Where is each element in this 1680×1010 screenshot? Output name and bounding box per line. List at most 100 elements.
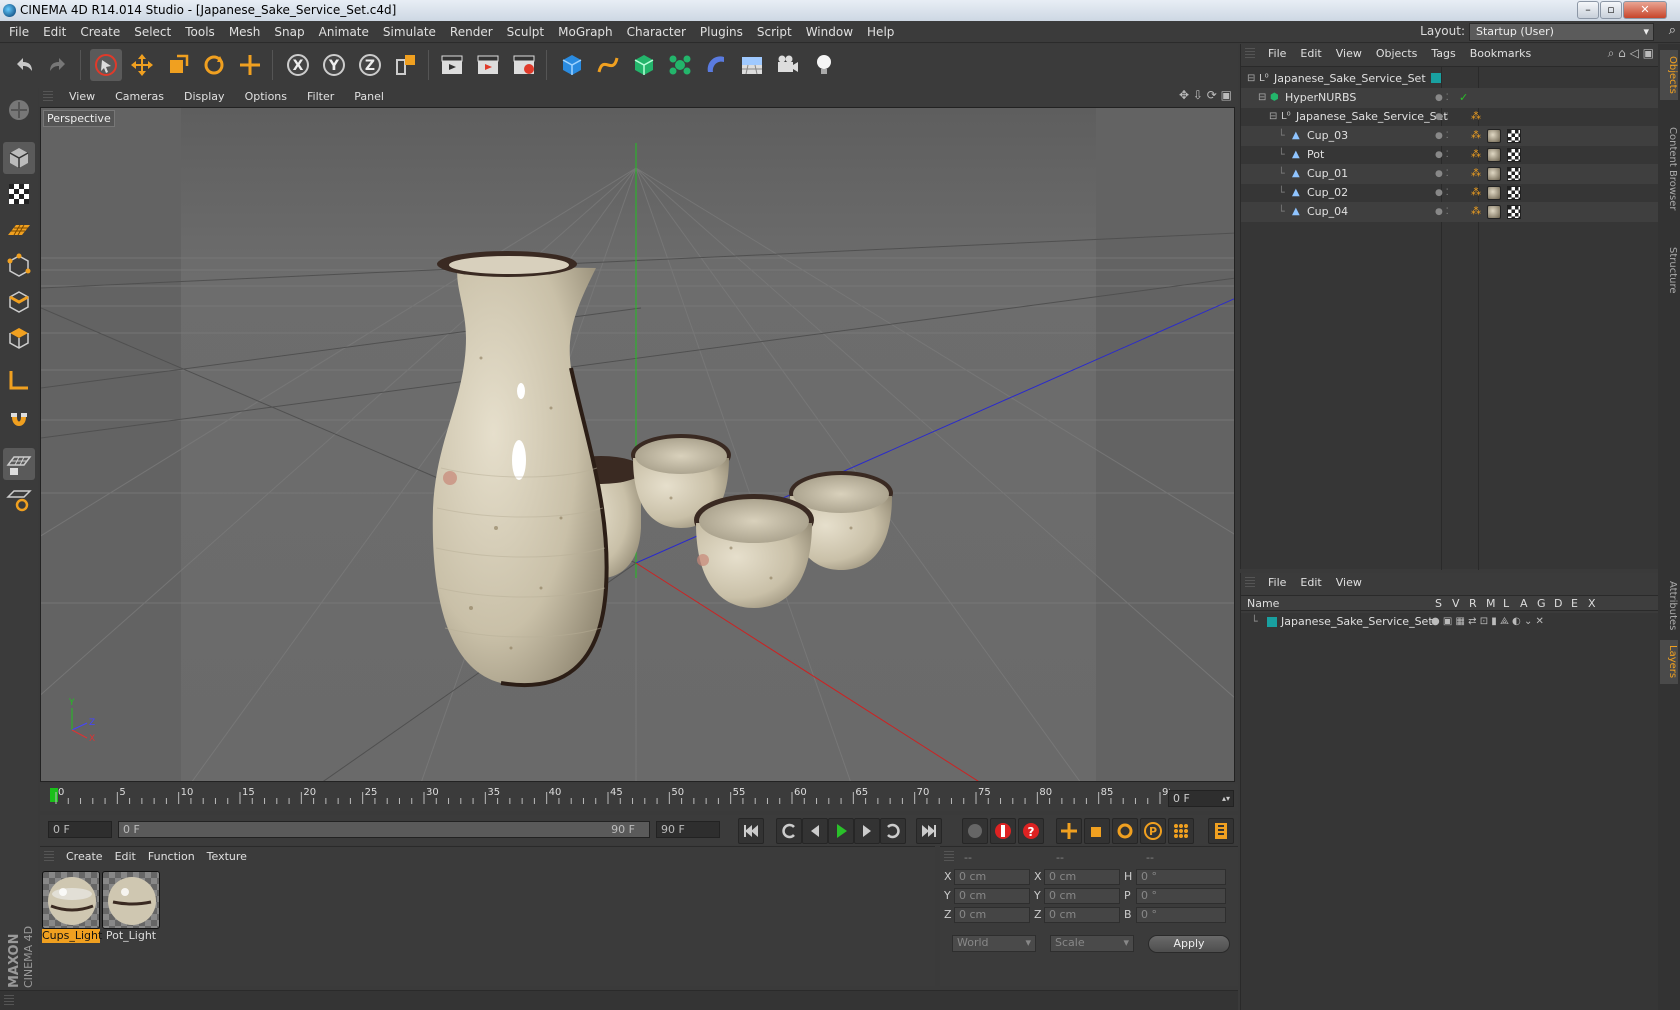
menu-snap[interactable]: Snap: [267, 21, 311, 43]
redo-icon[interactable]: [42, 49, 74, 81]
menu-tools[interactable]: Tools: [178, 21, 222, 43]
material-pot-light[interactable]: Pot_Light: [102, 871, 160, 943]
end-frame-field[interactable]: 90 F: [656, 821, 720, 838]
coord-mode-dropdown[interactable]: World ▾: [952, 935, 1036, 952]
object-menu-file[interactable]: File: [1261, 44, 1293, 64]
model-mode-icon[interactable]: [3, 142, 35, 174]
live-selection-icon[interactable]: [90, 49, 122, 81]
layer-flag-icons[interactable]: ● ▣ ▦ ⇄ ⊡ ▮ ⟁ ◐ ⌄ ✕: [1431, 613, 1544, 631]
light-icon[interactable]: [808, 49, 840, 81]
phong-tag-icon[interactable]: ⁂: [1471, 145, 1481, 165]
layer-row[interactable]: └ Japanese_Sake_Service_Set ● ▣ ▦ ⇄ ⊡ ▮ …: [1241, 613, 1659, 631]
mograph-cloner-icon[interactable]: [664, 49, 696, 81]
visibility-dots-icon[interactable]: ● ⁚: [1435, 145, 1449, 165]
object-row[interactable]: ⊟ L⁰ Japanese_Sake_Service_Set ● ⁚ ⁂: [1241, 107, 1659, 127]
camera-icon[interactable]: [772, 49, 804, 81]
visibility-dots-icon[interactable]: ● ⁚: [1435, 164, 1449, 184]
position-field[interactable]: 0 cm: [954, 888, 1030, 904]
next-frame-icon[interactable]: [854, 818, 880, 844]
enabled-check-icon[interactable]: ✓: [1459, 88, 1468, 108]
menu-create[interactable]: Create: [73, 21, 127, 43]
material-tag-icon[interactable]: [1487, 167, 1501, 181]
visibility-dots-icon[interactable]: ● ⁚: [1435, 202, 1449, 222]
render-view-icon[interactable]: [436, 49, 468, 81]
deformer-icon[interactable]: [700, 49, 732, 81]
object-row[interactable]: └ ▲ Cup_02 ● ⁚ ⁂: [1241, 183, 1659, 203]
maximize-button[interactable]: ▫: [1600, 1, 1622, 19]
tab-content-browser[interactable]: Content Browser: [1660, 104, 1678, 234]
timeline-ruler[interactable]: 051015202530354045505560657075808590: [40, 784, 1238, 811]
viewport-menu-display[interactable]: Display: [174, 87, 235, 107]
viewport-menu-filter[interactable]: Filter: [297, 87, 344, 107]
3d-viewport[interactable]: Y Z X Perspective: [40, 107, 1235, 782]
make-editable-icon[interactable]: [3, 94, 35, 126]
minimize-button[interactable]: –: [1577, 1, 1599, 19]
menu-mesh[interactable]: Mesh: [222, 21, 268, 43]
menu-mograph[interactable]: MoGraph: [551, 21, 620, 43]
material-menu-create[interactable]: Create: [60, 847, 109, 867]
search-icon[interactable]: ⌕: [1669, 23, 1676, 38]
key-scale-icon[interactable]: [1084, 818, 1110, 844]
menu-animate[interactable]: Animate: [312, 21, 376, 43]
coordinate-system-icon[interactable]: [390, 49, 422, 81]
key-position-icon[interactable]: [1056, 818, 1082, 844]
size-field[interactable]: 0 cm: [1044, 907, 1120, 923]
tab-layers[interactable]: Layers: [1660, 640, 1678, 684]
layer-column-m[interactable]: M: [1486, 597, 1496, 610]
tab-structure[interactable]: Structure: [1660, 240, 1678, 300]
uvw-tag-icon[interactable]: [1507, 205, 1521, 219]
close-button[interactable]: ✕: [1623, 1, 1667, 19]
viewport-nav-icons[interactable]: ✥ ⇩ ⟳ ▣: [1179, 88, 1232, 102]
menu-sculpt[interactable]: Sculpt: [500, 21, 551, 43]
layer-column-g[interactable]: G: [1537, 597, 1546, 610]
rotate-tool-icon[interactable]: [198, 49, 230, 81]
menu-plugins[interactable]: Plugins: [693, 21, 750, 43]
timeline-window-icon[interactable]: [1208, 818, 1234, 844]
material-menu-edit[interactable]: Edit: [109, 847, 142, 867]
polygons-mode-icon[interactable]: [3, 322, 35, 354]
layer-menu-file[interactable]: File: [1261, 573, 1293, 593]
viewport-menu-options[interactable]: Options: [235, 87, 297, 107]
position-field[interactable]: 0 cm: [954, 869, 1030, 885]
phong-tag-icon[interactable]: ⁂: [1471, 164, 1481, 184]
menu-script[interactable]: Script: [750, 21, 799, 43]
material-menu-texture[interactable]: Texture: [201, 847, 253, 867]
viewport-menu-view[interactable]: View: [59, 87, 105, 107]
position-field[interactable]: 0 cm: [954, 907, 1030, 923]
visibility-dots-icon[interactable]: ● ⁚: [1435, 88, 1449, 108]
rotation-field[interactable]: 0 °: [1136, 869, 1226, 885]
layer-menu-view[interactable]: View: [1329, 573, 1369, 593]
object-row[interactable]: └ ▲ Cup_01 ● ⁚ ⁂: [1241, 164, 1659, 184]
expand-toggle-icon[interactable]: ⊟: [1258, 88, 1266, 108]
uvw-tag-icon[interactable]: [1507, 167, 1521, 181]
phong-tag-icon[interactable]: ⁂: [1471, 126, 1481, 146]
size-mode-dropdown[interactable]: Scale ▾: [1050, 935, 1134, 952]
start-frame-field[interactable]: 0 F: [48, 821, 112, 838]
key-parameter-icon[interactable]: P: [1140, 818, 1166, 844]
layer-column-d[interactable]: D: [1554, 597, 1562, 610]
object-menu-edit[interactable]: Edit: [1293, 44, 1328, 64]
goto-start-icon[interactable]: [738, 818, 764, 844]
z-axis-lock-icon[interactable]: Z: [354, 49, 386, 81]
prev-frame-icon[interactable]: [802, 818, 828, 844]
menu-window[interactable]: Window: [799, 21, 860, 43]
material-tag-icon[interactable]: [1487, 186, 1501, 200]
y-axis-lock-icon[interactable]: Y: [318, 49, 350, 81]
visibility-dots-icon[interactable]: ● ⁚: [1435, 183, 1449, 203]
spline-icon[interactable]: [592, 49, 624, 81]
play-icon[interactable]: [828, 818, 854, 844]
layer-column-r[interactable]: R: [1469, 597, 1477, 610]
object-menu-bookmarks[interactable]: Bookmarks: [1463, 44, 1538, 64]
menu-render[interactable]: Render: [443, 21, 500, 43]
visibility-dots-icon[interactable]: ● ⁚: [1435, 126, 1449, 146]
material-menu-function[interactable]: Function: [142, 847, 201, 867]
record-active-icon[interactable]: [990, 818, 1016, 844]
texture-mode-icon[interactable]: [3, 178, 35, 210]
object-row[interactable]: ⊟ ⬢ HyperNURBS ● ⁚ ✓: [1241, 88, 1659, 108]
expand-toggle-icon[interactable]: ⊟: [1269, 107, 1277, 127]
menu-simulate[interactable]: Simulate: [376, 21, 443, 43]
locked-workplane-icon[interactable]: [3, 448, 35, 480]
visibility-dots-icon[interactable]: ● ⁚: [1435, 107, 1449, 127]
floor-environment-icon[interactable]: [736, 49, 768, 81]
nurbs-icon[interactable]: [628, 49, 660, 81]
